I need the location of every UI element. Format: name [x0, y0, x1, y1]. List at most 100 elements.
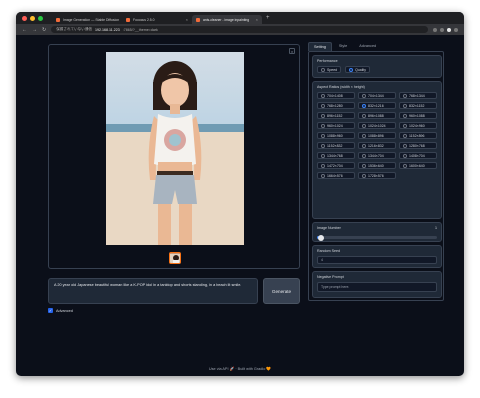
address-bar-row: ← → ↻ 保護されていない通信 192.168.11.223 :7865/?_…	[16, 24, 464, 35]
browser-tab[interactable]: Fooocus 2.5.0 ×	[122, 15, 192, 24]
image-number-slider[interactable]	[317, 234, 437, 241]
negative-prompt-input[interactable]: Type prompt here.	[317, 282, 437, 292]
tab-favicon-icon	[126, 17, 130, 22]
radio-selected-icon	[349, 67, 354, 72]
aspect-ratio-option[interactable]: 1088×896	[358, 132, 396, 139]
option-label: 1280×768	[409, 143, 425, 148]
aspect-ratio-option[interactable]: 1344×704	[358, 152, 396, 159]
option-label: 832×1152	[409, 103, 425, 108]
extensions-area	[433, 27, 458, 32]
option-label: 704×1408	[327, 93, 343, 98]
random-seed-input[interactable]: 4	[317, 256, 437, 264]
aspect-ratio-option[interactable]: 1472×704	[317, 162, 355, 169]
radio-icon	[362, 173, 366, 178]
tab-style[interactable]: Style	[334, 42, 352, 51]
generated-image[interactable]	[106, 52, 244, 245]
aspect-ratio-option[interactable]: 768×1280	[317, 102, 355, 109]
option-label: 1152×896	[409, 133, 425, 138]
url-host: 192.168.11.223	[95, 27, 120, 32]
radio-icon	[403, 133, 407, 138]
generate-button[interactable]: Generate	[263, 278, 300, 304]
aspect-ratio-option[interactable]: 1728×576	[358, 172, 396, 179]
aspect-ratio-option[interactable]: 960×1024	[317, 122, 355, 129]
tab-close-icon[interactable]: ×	[256, 17, 258, 22]
profile-avatar-icon[interactable]	[447, 27, 451, 32]
radio-icon	[362, 93, 366, 98]
browser-tab-active[interactable]: anis-cleaner - image inpainting ×	[192, 15, 262, 24]
aspect-ratio-option[interactable]: 1536×640	[358, 162, 396, 169]
radio-icon	[321, 163, 325, 168]
aspect-ratio-option[interactable]: 1088×960	[317, 132, 355, 139]
random-seed-label: Random Seed	[317, 249, 340, 253]
radio-icon	[321, 67, 325, 72]
aspect-ratio-option[interactable]: 1344×768	[317, 152, 355, 159]
radio-icon	[321, 123, 325, 128]
option-label: 704×1344	[368, 93, 384, 98]
option-label: 1088×896	[368, 133, 384, 138]
image-number-value[interactable]: 1	[435, 226, 437, 230]
menu-icon[interactable]	[454, 27, 458, 32]
aspect-ratio-option[interactable]: 1280×768	[399, 142, 437, 149]
aspect-ratio-option[interactable]: 704×1344	[358, 92, 396, 99]
checkbox-checked-icon[interactable]: ✓	[48, 308, 53, 313]
radio-icon	[362, 153, 366, 158]
option-label: 1536×640	[368, 163, 384, 168]
performance-option-speed[interactable]: Speed	[317, 66, 342, 73]
footer: Use via API 🚀 · Built with Gradio 🧡	[208, 367, 272, 371]
aspect-ratio-option[interactable]: 1600×640	[399, 162, 437, 169]
new-tab-icon[interactable]: +	[262, 15, 270, 21]
minimize-window-icon[interactable]	[30, 15, 35, 21]
image-number-group: Image Number 1	[312, 222, 442, 242]
radio-selected-icon	[362, 103, 366, 108]
option-label: 1600×640	[409, 163, 425, 168]
advanced-toggle[interactable]: ✓ Advanced	[48, 308, 73, 313]
negative-prompt-group: Negative Prompt Type prompt here.	[312, 271, 442, 298]
extension-icon[interactable]	[433, 27, 437, 32]
radio-icon	[362, 123, 366, 128]
prompt-input[interactable]: A 20 year old Japanese beautiful woman l…	[48, 278, 258, 304]
radio-icon	[403, 103, 407, 108]
gallery-thumbnail[interactable]	[169, 252, 181, 264]
aspect-ratio-option[interactable]: 896×1088	[358, 112, 396, 119]
performance-option-quality[interactable]: Quality	[345, 66, 371, 73]
maximize-window-icon[interactable]	[38, 15, 43, 21]
tab-close-icon[interactable]: ×	[186, 17, 188, 22]
option-label: 960×1024	[327, 123, 343, 128]
tab-bar: Image Generation — Stable Diffusion × Fo…	[16, 12, 464, 24]
aspect-ratio-option[interactable]: 1664×576	[317, 172, 355, 179]
aspect-ratio-option[interactable]: 832×1152	[399, 102, 437, 109]
option-label: 1344×768	[327, 153, 343, 158]
aspect-ratio-option[interactable]: 1024×1024	[358, 122, 396, 129]
aspect-ratio-option[interactable]: 1152×832	[317, 142, 355, 149]
aspect-ratio-option[interactable]: 1216×832	[358, 142, 396, 149]
performance-label: Performance	[317, 59, 338, 63]
radio-icon	[403, 163, 407, 168]
aspect-ratio-option[interactable]: 768×1344	[399, 92, 437, 99]
radio-icon	[403, 143, 407, 148]
tab-advanced[interactable]: Advanced	[354, 42, 381, 51]
negative-prompt-label: Negative Prompt	[317, 275, 344, 279]
reload-icon[interactable]: ↻	[42, 27, 46, 33]
radio-icon	[403, 153, 407, 158]
aspect-ratio-option[interactable]: 1024×960	[399, 122, 437, 129]
tab-favicon-icon	[56, 17, 60, 22]
slider-handle[interactable]	[317, 234, 324, 241]
aspect-ratio-option[interactable]: 1408×704	[399, 152, 437, 159]
aspect-ratio-option[interactable]: 896×1152	[317, 112, 355, 119]
back-icon[interactable]: ←	[22, 27, 27, 33]
radio-icon	[321, 93, 325, 98]
tab-setting[interactable]: Setting	[308, 42, 332, 51]
close-window-icon[interactable]	[22, 15, 27, 21]
tab-favicon-icon	[196, 17, 200, 22]
aspect-ratio-option[interactable]: 960×1088	[399, 112, 437, 119]
browser-tab[interactable]: Image Generation — Stable Diffusion ×	[52, 15, 122, 24]
extension-icon[interactable]	[440, 27, 444, 32]
url-field[interactable]: 保護されていない通信 192.168.11.223 :7865/?__theme…	[51, 26, 428, 33]
option-label: 768×1280	[327, 103, 343, 108]
forward-icon[interactable]: →	[32, 27, 37, 33]
aspect-ratio-option[interactable]: 1152×896	[399, 132, 437, 139]
option-label: 1152×832	[327, 143, 343, 148]
close-icon[interactable]: ×	[289, 48, 295, 54]
aspect-ratio-option[interactable]: 704×1408	[317, 92, 355, 99]
aspect-ratio-option[interactable]: 832×1216	[358, 102, 396, 109]
